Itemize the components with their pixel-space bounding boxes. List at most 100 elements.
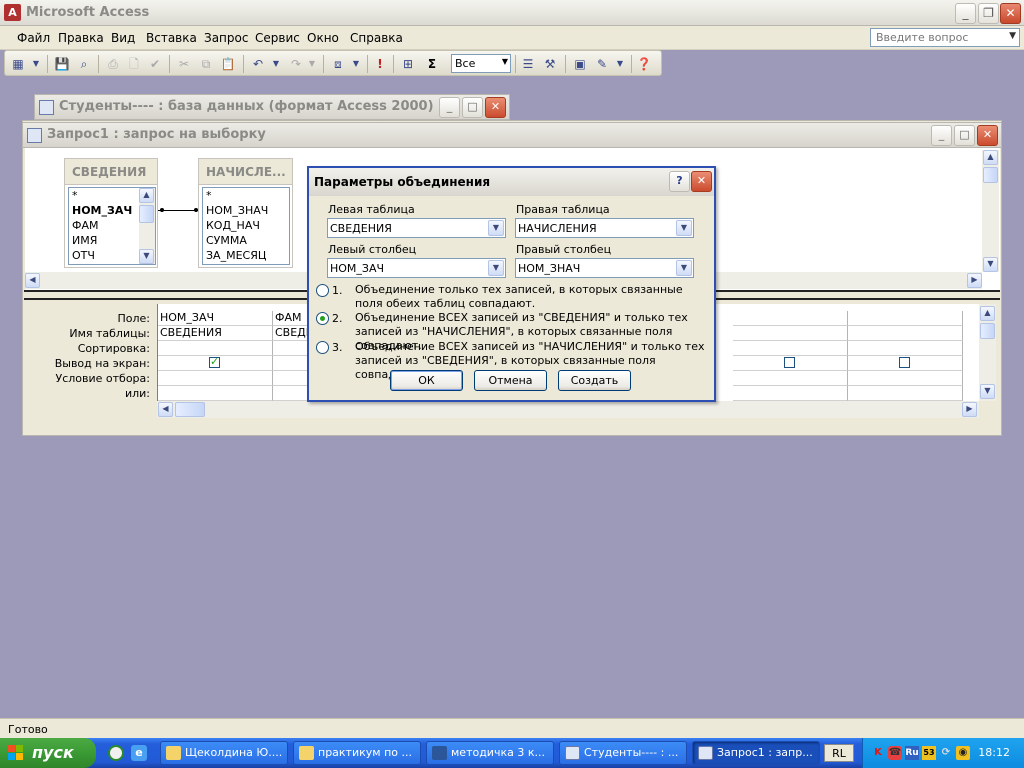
chevron-down-icon[interactable]: ▼ bbox=[1009, 31, 1016, 41]
volume-icon[interactable]: ◉ bbox=[956, 746, 970, 760]
new-object-icon[interactable]: ✎ bbox=[593, 55, 611, 73]
properties-icon[interactable]: ☰ bbox=[519, 55, 537, 73]
field-list[interactable]: * НОМ_ЗНАЧ КОД_НАЧ СУММА ЗА_МЕСЯЦ bbox=[202, 187, 290, 265]
print-preview-icon[interactable]: 🗋 bbox=[125, 55, 143, 73]
grid-table-cell[interactable] bbox=[848, 326, 963, 341]
grid-vscroll[interactable]: ▲ ▼ bbox=[979, 304, 996, 401]
field-item[interactable]: НОМ_ЗНАЧ bbox=[203, 203, 289, 218]
field-item[interactable]: ЗА_МЕСЯЦ bbox=[203, 248, 289, 263]
field-item[interactable]: * bbox=[203, 188, 289, 203]
scroll-thumb[interactable] bbox=[980, 323, 995, 339]
cut-icon[interactable]: ✂ bbox=[175, 55, 193, 73]
grid-or-cell[interactable] bbox=[158, 386, 273, 401]
scroll-right-icon[interactable]: ▶ bbox=[962, 402, 977, 417]
menu-file[interactable]: Файл bbox=[17, 31, 50, 45]
language-indicator[interactable]: RL bbox=[824, 744, 854, 762]
join-option-2-radio[interactable] bbox=[316, 312, 329, 325]
db-minimize-button[interactable]: _ bbox=[439, 97, 460, 118]
show-table-icon[interactable]: ⊞ bbox=[399, 55, 417, 73]
grid-or-cell[interactable] bbox=[848, 386, 963, 401]
chevron-down-icon[interactable]: ▼ bbox=[267, 55, 285, 73]
field-item[interactable]: КОД_НАЧ bbox=[203, 218, 289, 233]
chevron-down-icon[interactable]: ▼ bbox=[611, 55, 629, 73]
menu-help[interactable]: Справка bbox=[350, 31, 403, 45]
field-list[interactable]: * НОМ_ЗАЧ ФАМ ИМЯ ОТЧ ▲ ▼ bbox=[68, 187, 156, 265]
left-table-select[interactable]: СВЕДЕНИЯ ▼ bbox=[327, 218, 506, 238]
network-icon[interactable]: ☎ bbox=[888, 746, 902, 760]
search-file-icon[interactable]: ⌕ bbox=[75, 55, 93, 73]
grid-sort-cell[interactable] bbox=[733, 341, 848, 356]
right-table-select[interactable]: НАЧИСЛЕНИЯ ▼ bbox=[515, 218, 694, 238]
undo-icon[interactable]: ↶ bbox=[249, 55, 267, 73]
show-checkbox[interactable] bbox=[784, 357, 795, 368]
restore-button[interactable]: ❐ bbox=[978, 3, 999, 24]
menu-edit[interactable]: Правка bbox=[58, 31, 104, 45]
grid-criteria-cell[interactable] bbox=[733, 371, 848, 386]
join-option-1-radio[interactable] bbox=[316, 284, 329, 297]
grid-field-cell[interactable] bbox=[733, 311, 848, 326]
dialog-close-button[interactable]: ✕ bbox=[691, 171, 712, 192]
builder-icon[interactable]: ⚒ bbox=[541, 55, 559, 73]
grid-table-cell[interactable] bbox=[733, 326, 848, 341]
grid-criteria-cell[interactable] bbox=[848, 371, 963, 386]
chevron-down-icon[interactable]: ▼ bbox=[676, 260, 692, 276]
db-close-button[interactable]: ✕ bbox=[485, 97, 506, 118]
keyboard-layout-icon[interactable]: Ru bbox=[905, 746, 919, 760]
cancel-button[interactable]: Отмена bbox=[474, 370, 547, 391]
internet-explorer-icon[interactable]: e bbox=[131, 745, 147, 761]
grid-field-cell[interactable] bbox=[848, 311, 963, 326]
scroll-down-icon[interactable]: ▼ bbox=[983, 257, 998, 272]
grid-sort-cell[interactable] bbox=[158, 341, 273, 356]
punto-switcher-icon[interactable]: 53 bbox=[922, 746, 936, 760]
left-column-select[interactable]: НОМ_ЗАЧ ▼ bbox=[327, 258, 506, 278]
dialog-title-bar[interactable]: Параметры объединения ? ✕ bbox=[309, 168, 714, 196]
scroll-down-icon[interactable]: ▼ bbox=[139, 249, 154, 264]
query-window-title-bar[interactable]: Запрос1 : запрос на выборку _ □ ✕ bbox=[22, 122, 1002, 148]
show-checkbox[interactable] bbox=[899, 357, 910, 368]
database-window-title-bar[interactable]: Студенты---- : база данных (формат Acces… bbox=[34, 94, 510, 120]
join-option-3-radio[interactable] bbox=[316, 341, 329, 354]
minimize-button[interactable]: _ bbox=[955, 3, 976, 24]
scroll-left-icon[interactable]: ◀ bbox=[158, 402, 173, 417]
scroll-up-icon[interactable]: ▲ bbox=[983, 150, 998, 165]
access-app-icon[interactable]: A bbox=[4, 4, 21, 21]
chevron-down-icon[interactable]: ▼ bbox=[303, 55, 321, 73]
create-button[interactable]: Создать bbox=[558, 370, 631, 391]
taskbar-item-word[interactable]: методичка 3 к... bbox=[426, 741, 554, 765]
grid-hscroll[interactable]: ◀ ▶ bbox=[157, 401, 979, 418]
right-column-select[interactable]: НОМ_ЗНАЧ ▼ bbox=[515, 258, 694, 278]
grid-criteria-cell[interactable] bbox=[158, 371, 273, 386]
scroll-down-icon[interactable]: ▼ bbox=[980, 384, 995, 399]
spelling-icon[interactable]: ✔ bbox=[146, 55, 164, 73]
sync-icon[interactable]: ⟳ bbox=[939, 746, 953, 760]
query-type-icon[interactable]: ⧈ bbox=[329, 55, 347, 73]
ok-button[interactable]: ОК bbox=[390, 370, 463, 391]
chevron-down-icon[interactable]: ▼ bbox=[347, 55, 365, 73]
taskbar-item-database[interactable]: Студенты---- : ... bbox=[559, 741, 687, 765]
chevron-down-icon[interactable]: ▼ bbox=[502, 57, 508, 66]
table-box-svedeniya[interactable]: СВЕДЕНИЯ * НОМ_ЗАЧ ФАМ ИМЯ ОТЧ ▲ ▼ bbox=[64, 158, 158, 268]
grid-sort-cell[interactable] bbox=[848, 341, 963, 356]
run-icon[interactable]: ! bbox=[371, 55, 389, 73]
chevron-down-icon[interactable]: ▼ bbox=[676, 220, 692, 236]
scroll-right-icon[interactable]: ▶ bbox=[967, 273, 982, 288]
save-icon[interactable]: 💾 bbox=[53, 55, 71, 73]
query-close-button[interactable]: ✕ bbox=[977, 125, 998, 146]
totals-icon[interactable]: Σ bbox=[423, 55, 441, 73]
help-icon[interactable]: ❓ bbox=[635, 55, 653, 73]
chevron-down-icon[interactable]: ▼ bbox=[488, 220, 504, 236]
menu-window[interactable]: Окно bbox=[307, 31, 339, 45]
field-item[interactable]: СУММА bbox=[203, 233, 289, 248]
scroll-thumb[interactable] bbox=[175, 402, 205, 417]
view-grid-icon[interactable]: ▦ bbox=[9, 55, 27, 73]
join-option-1-text[interactable]: Объединение только тех записей, в которы… bbox=[355, 283, 705, 311]
media-player-icon[interactable] bbox=[108, 745, 124, 761]
menu-query[interactable]: Запрос bbox=[204, 31, 248, 45]
query-maximize-button[interactable]: □ bbox=[954, 125, 975, 146]
database-window-icon[interactable]: ▣ bbox=[571, 55, 589, 73]
chevron-down-icon[interactable]: ▼ bbox=[27, 55, 45, 73]
query-minimize-button[interactable]: _ bbox=[931, 125, 952, 146]
scroll-up-icon[interactable]: ▲ bbox=[980, 306, 995, 321]
scroll-left-icon[interactable]: ◀ bbox=[25, 273, 40, 288]
grid-field-cell[interactable]: НОМ_ЗАЧ bbox=[158, 311, 273, 326]
